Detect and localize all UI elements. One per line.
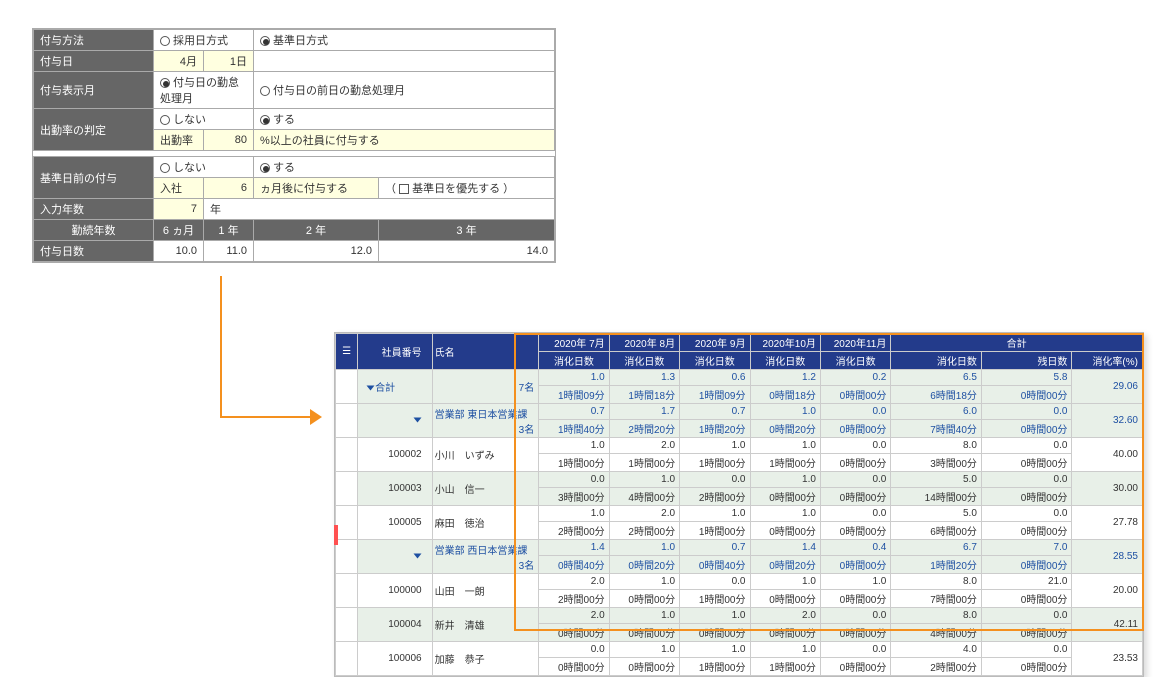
red-indicator-icon [334,525,338,545]
tenure-label: 勤続年数 [34,220,154,241]
menu-icon[interactable]: ☰ [336,334,358,370]
grant-month[interactable]: 4月 [154,51,204,72]
hire-suffix: ヵ月後に付与する [254,178,379,199]
tenure-h-2: 2 年 [254,220,379,241]
att-opt-no[interactable]: しない [154,109,254,130]
tenure-h-0: 6 ヵ月 [154,220,204,241]
settings-panel: 付与方法 採用日方式 基準日方式 付与日 4月 1日 付与表示月 付与日の勤怠処… [32,28,556,263]
hire-val[interactable]: 6 [204,178,254,199]
col-month-4: 2020年11月 [820,334,890,352]
tenure-h-3: 3 年 [379,220,555,241]
attendance-label: 出勤率の判定 [34,109,154,151]
arrow-head-icon [310,409,322,425]
display-opt2[interactable]: 付与日の前日の勤怠処理月 [254,72,555,109]
prebase-opt-yes[interactable]: する [254,157,555,178]
method-opt1[interactable]: 採用日方式 [154,30,254,51]
arrow-vertical [220,276,222,416]
col-emp-no: 社員番号 [358,334,432,370]
sub-rate: 消化率(%) [1072,352,1143,370]
grant-date-label: 付与日 [34,51,154,72]
sub-consume-0: 消化日数 [539,352,609,370]
col-month-0: 2020年 7月 [539,334,609,352]
input-years-suffix: 年 [204,199,555,220]
method-label: 付与方法 [34,30,154,51]
grant-days-label: 付与日数 [34,241,154,262]
att-rate-lbl: 出勤率 [154,130,204,151]
att-suffix: %以上の社員に付与する [254,130,555,151]
method-opt2[interactable]: 基準日方式 [254,30,555,51]
att-opt-yes[interactable]: する [254,109,555,130]
hire-checkbox[interactable]: （ 基準日を優先する ） [379,178,555,199]
sub-consume-4: 消化日数 [820,352,890,370]
input-years-label: 入力年数 [34,199,154,220]
grant-days-2: 12.0 [254,241,379,262]
sub-consume-2: 消化日数 [680,352,750,370]
input-years-val[interactable]: 7 [154,199,204,220]
col-total-header: 合計 [891,334,1143,352]
display-month-label: 付与表示月 [34,72,154,109]
sub-consume-1: 消化日数 [609,352,679,370]
sub-remain: 残日数 [981,352,1072,370]
prebase-label: 基準日前の付与 [34,157,154,199]
grant-days-1: 11.0 [204,241,254,262]
col-month-1: 2020年 8月 [609,334,679,352]
arrow-horizontal [220,416,310,418]
col-month-2: 2020年 9月 [680,334,750,352]
col-month-3: 2020年10月 [750,334,820,352]
sub-consume-t: 消化日数 [891,352,982,370]
tenure-h-1: 1 年 [204,220,254,241]
col-name: 氏名 [432,334,539,370]
display-opt1[interactable]: 付与日の勤怠処理月 [154,72,254,109]
sub-consume-3: 消化日数 [750,352,820,370]
prebase-opt-no[interactable]: しない [154,157,254,178]
grant-day[interactable]: 1日 [204,51,254,72]
att-rate-val[interactable]: 80 [204,130,254,151]
report-panel: ☰ 社員番号 氏名 2020年 7月 2020年 8月 2020年 9月 202… [334,332,1144,677]
grant-days-3: 14.0 [379,241,555,262]
grant-days-0: 10.0 [154,241,204,262]
hire-lbl: 入社 [154,178,204,199]
